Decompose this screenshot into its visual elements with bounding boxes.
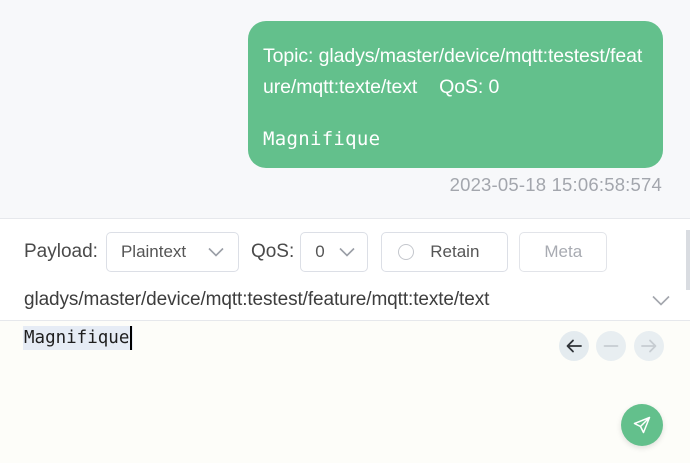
message-list: Topic: gladys/master/device/mqtt:testest… — [0, 0, 690, 218]
chevron-down-icon — [339, 247, 355, 257]
meta-label: Meta — [544, 242, 583, 261]
arrow-left-icon — [566, 339, 582, 353]
sent-message-bubble[interactable]: Topic: gladys/master/device/mqtt:testest… — [248, 21, 663, 168]
message-composer: Payload: Plaintext QoS: 0 Retain Meta gl… — [0, 218, 690, 463]
history-forward-button[interactable] — [634, 331, 664, 361]
topic-input-value: gladys/master/device/mqtt:testest/featur… — [24, 289, 490, 310]
message-qos: QoS: 0 — [439, 76, 500, 98]
chevron-down-icon — [208, 247, 224, 257]
composer-toolbar: Payload: Plaintext QoS: 0 Retain Meta — [24, 232, 608, 272]
payload-editor-value: Magnifique — [24, 328, 130, 348]
retain-radio[interactable] — [398, 244, 415, 260]
payload-editor-text[interactable]: Magnifique — [23, 326, 134, 350]
paper-plane-icon — [633, 416, 651, 434]
history-clear-button[interactable] — [596, 331, 626, 361]
message-topic: Topic: gladys/master/device/mqtt:testest… — [263, 41, 647, 103]
message-payload: Magnifique — [263, 128, 381, 150]
scrollbar[interactable] — [686, 230, 690, 290]
message-timestamp: 2023-05-18 15:06:58:574 — [449, 174, 662, 195]
payload-format-select[interactable]: Plaintext — [105, 232, 239, 272]
retain-label: Retain — [430, 242, 480, 261]
payload-label: Payload: — [24, 241, 98, 262]
retain-toggle-button[interactable]: Retain — [381, 232, 509, 272]
arrow-right-icon — [641, 339, 657, 353]
history-back-button[interactable] — [559, 331, 589, 361]
payload-format-value: Plaintext — [120, 242, 187, 261]
text-caret — [130, 326, 133, 350]
topic-input[interactable]: gladys/master/device/mqtt:testest/featur… — [24, 285, 674, 315]
chevron-down-icon[interactable] — [652, 295, 670, 306]
qos-select[interactable]: 0 — [300, 232, 369, 272]
minus-icon — [603, 345, 619, 347]
send-button[interactable] — [621, 404, 663, 446]
qos-value: 0 — [315, 242, 325, 261]
meta-button[interactable]: Meta — [519, 232, 608, 272]
qos-label: QoS: — [250, 241, 295, 262]
